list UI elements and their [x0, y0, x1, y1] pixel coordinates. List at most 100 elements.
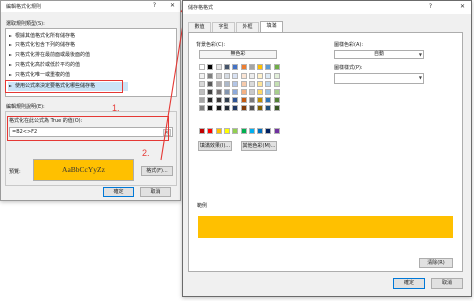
color-swatch[interactable]	[199, 105, 205, 111]
color-swatch[interactable]	[199, 97, 205, 103]
color-swatch[interactable]	[199, 89, 205, 95]
standard-color-swatch[interactable]	[273, 128, 280, 134]
color-swatch[interactable]	[265, 64, 272, 70]
standard-color-swatch[interactable]	[265, 128, 272, 134]
color-swatch[interactable]	[257, 81, 264, 87]
format-ok-button[interactable]: 確定	[393, 278, 425, 289]
color-swatch[interactable]	[232, 89, 239, 95]
format-cancel-button[interactable]: 取消	[431, 278, 463, 289]
close-icon[interactable]: ✕	[458, 3, 467, 10]
color-swatch[interactable]	[273, 81, 280, 87]
tab-number[interactable]: 數值	[188, 22, 211, 32]
pattern-style-dropdown[interactable]: ▼	[334, 73, 424, 84]
color-swatch[interactable]	[215, 89, 222, 95]
tab-fill[interactable]: 填滿	[260, 21, 283, 32]
color-swatch[interactable]	[223, 97, 230, 103]
color-swatch[interactable]	[257, 73, 264, 79]
rule-type-item[interactable]: ► 只格式化唯一或重複的值	[8, 71, 128, 80]
color-swatch[interactable]	[215, 97, 222, 103]
color-swatch[interactable]	[232, 73, 239, 79]
color-swatch[interactable]	[257, 105, 264, 111]
color-swatch[interactable]	[265, 97, 272, 103]
format-preview: AaBbCcYyZz	[33, 159, 134, 181]
more-colors-button[interactable]: 其他色彩(M)...	[241, 141, 277, 151]
color-swatch[interactable]	[207, 81, 214, 87]
close-icon[interactable]: ✕	[168, 2, 177, 9]
color-swatch[interactable]	[257, 97, 264, 103]
color-swatch[interactable]	[223, 64, 230, 70]
color-swatch[interactable]	[215, 105, 222, 111]
color-swatch[interactable]	[215, 81, 222, 87]
color-swatch[interactable]	[207, 89, 214, 95]
rule-type-item[interactable]: ► 只格式化包含下列的儲存格	[8, 41, 128, 50]
color-swatch[interactable]	[223, 89, 230, 95]
edit-description-label: 編輯規則說明(E):	[6, 104, 45, 110]
color-swatch[interactable]	[240, 97, 247, 103]
clear-button[interactable]: 清除(R)	[419, 258, 453, 268]
color-swatch[interactable]	[232, 64, 239, 70]
rule-type-item[interactable]: ► 只格式化高於或低於平均的值	[8, 61, 128, 70]
color-swatch[interactable]	[199, 73, 205, 79]
color-swatch[interactable]	[248, 97, 255, 103]
color-swatch[interactable]	[257, 89, 264, 95]
color-swatch[interactable]	[265, 81, 272, 87]
format-button[interactable]: 格式(F)...	[141, 166, 173, 176]
color-swatch[interactable]	[232, 97, 239, 103]
color-swatch[interactable]	[215, 64, 222, 70]
rule-type-label: 只格式化唯一或重複的值	[15, 72, 71, 78]
help-icon[interactable]: ?	[150, 2, 159, 9]
color-swatch[interactable]	[240, 64, 247, 70]
color-swatch[interactable]	[248, 89, 255, 95]
color-swatch[interactable]	[223, 73, 230, 79]
color-swatch[interactable]	[215, 73, 222, 79]
color-swatch[interactable]	[273, 89, 280, 95]
color-swatch[interactable]	[240, 105, 247, 111]
color-swatch[interactable]	[265, 89, 272, 95]
color-swatch[interactable]	[207, 73, 214, 79]
color-swatch[interactable]	[265, 105, 272, 111]
color-swatch[interactable]	[207, 97, 214, 103]
tab-border[interactable]: 外框	[236, 22, 259, 32]
color-swatch[interactable]	[199, 64, 205, 70]
pattern-color-dropdown[interactable]: 自動 ▼	[334, 50, 424, 59]
select-rule-type-label: 選取規則類型(S):	[6, 21, 45, 27]
color-swatch[interactable]	[223, 81, 230, 87]
color-swatch[interactable]	[273, 105, 280, 111]
tab-font[interactable]: 字型	[212, 22, 235, 32]
ok-button[interactable]: 確定	[103, 187, 134, 197]
standard-color-swatch[interactable]	[207, 128, 214, 134]
color-swatch[interactable]	[232, 105, 239, 111]
color-swatch[interactable]	[207, 64, 214, 70]
color-swatch[interactable]	[207, 105, 214, 111]
standard-color-swatch[interactable]	[257, 128, 264, 134]
standard-color-swatch[interactable]	[215, 128, 222, 134]
rule-type-item[interactable]: ► 只格式化排在最前面或最後面的值	[8, 51, 128, 60]
rule-dialog-titlebar[interactable]: 編輯格式化規則 ? ✕	[1, 1, 180, 12]
color-swatch[interactable]	[257, 64, 264, 70]
color-swatch[interactable]	[199, 81, 205, 87]
standard-color-swatch[interactable]	[232, 128, 239, 134]
cancel-button[interactable]: 取消	[140, 187, 171, 197]
color-swatch[interactable]	[273, 97, 280, 103]
color-swatch[interactable]	[273, 73, 280, 79]
color-swatch[interactable]	[248, 73, 255, 79]
standard-color-swatch[interactable]	[223, 128, 230, 134]
color-swatch[interactable]	[223, 105, 230, 111]
color-swatch[interactable]	[232, 81, 239, 87]
rule-type-item[interactable]: ► 根據其值格式化所有儲存格	[8, 32, 128, 41]
color-swatch[interactable]	[248, 105, 255, 111]
no-color-button[interactable]: 無色彩	[199, 50, 277, 59]
standard-color-swatch[interactable]	[248, 128, 255, 134]
color-swatch[interactable]	[265, 73, 272, 79]
color-swatch[interactable]	[240, 89, 247, 95]
color-swatch[interactable]	[240, 81, 247, 87]
color-swatch[interactable]	[273, 64, 280, 70]
color-swatch[interactable]	[240, 73, 247, 79]
color-swatch[interactable]	[248, 81, 255, 87]
color-swatch[interactable]	[248, 64, 255, 70]
standard-color-swatch[interactable]	[199, 128, 205, 134]
format-dialog-titlebar[interactable]: 儲存格格式 ? ✕	[183, 1, 471, 14]
fill-effects-button[interactable]: 填滿效果(I)...	[198, 141, 232, 151]
help-icon[interactable]: ?	[426, 3, 435, 10]
standard-color-swatch[interactable]	[240, 128, 247, 134]
